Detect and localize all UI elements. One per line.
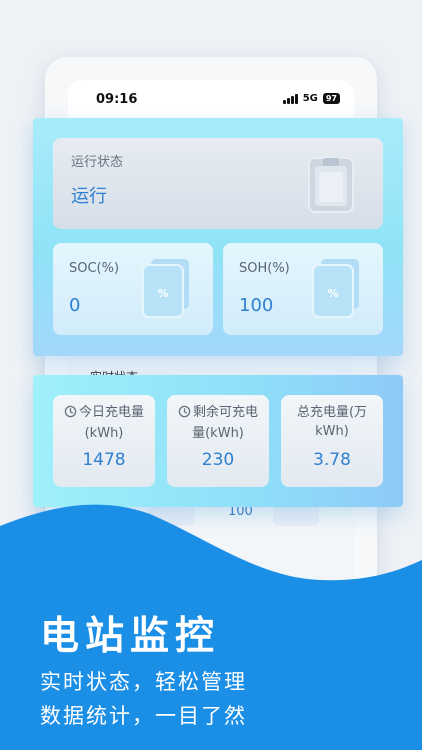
total-charge-label: 总充电量(万kWh) <box>287 403 377 441</box>
total-charge-card[interactable]: 总充电量(万kWh) 3.78 <box>281 395 383 487</box>
network-type: 5G <box>302 93 318 104</box>
soh-card[interactable]: SOH(%) 100 % <box>223 243 383 335</box>
soc-value: 0 <box>69 295 81 316</box>
status-time: 09:16 <box>96 92 138 107</box>
svg-text:%: % <box>157 287 168 300</box>
today-charge-value: 1478 <box>82 450 126 470</box>
run-status-card[interactable]: 运行状态 运行 <box>53 138 383 229</box>
today-charge-label: 今日充电量(kWh) <box>59 403 149 443</box>
percent-doc-icon: % <box>141 257 195 321</box>
today-charge-card[interactable]: 今日充电量(kWh) 1478 <box>53 395 155 487</box>
battery-status-panel: 运行状态 运行 SOC(%) 0 % SOH(%) 100 % <box>33 118 403 356</box>
soh-value: 100 <box>239 295 274 316</box>
soh-label: SOH(%) <box>239 261 290 276</box>
charging-stats-panel: 今日充电量(kWh) 1478 剩余可充电量(kWh) 230 总充电量(万kW… <box>33 375 403 507</box>
clock-icon <box>64 405 77 424</box>
percent-doc-icon: % <box>311 257 365 321</box>
promo-line-2: 数据统计，一目了然 <box>40 704 247 728</box>
remaining-charge-card[interactable]: 剩余可充电量(kWh) 230 <box>167 395 269 487</box>
promo-title: 电站监控 <box>40 614 221 659</box>
run-status-label: 运行状态 <box>71 155 124 170</box>
soc-label: SOC(%) <box>69 261 120 276</box>
battery-doc-icon <box>307 154 355 214</box>
status-bar: 09:16 5G 97 <box>68 80 354 118</box>
promo-line-1: 实时状态，轻松管理 <box>40 670 247 694</box>
total-charge-text: 总充电量(万kWh) <box>296 405 368 439</box>
battery-icon: 97 <box>322 93 340 104</box>
svg-text:%: % <box>327 287 338 300</box>
soc-card[interactable]: SOC(%) 0 % <box>53 243 213 335</box>
signal-icon <box>283 93 298 104</box>
run-status-value: 运行 <box>71 186 107 207</box>
total-charge-value: 3.78 <box>313 450 351 470</box>
clock-icon <box>178 405 191 424</box>
today-charge-text: 今日充电量(kWh) <box>78 405 144 441</box>
remaining-charge-label: 剩余可充电量(kWh) <box>173 403 263 443</box>
remaining-charge-value: 230 <box>201 450 235 470</box>
remaining-charge-text: 剩余可充电量(kWh) <box>192 405 258 441</box>
status-indicators: 5G 97 <box>283 93 340 104</box>
